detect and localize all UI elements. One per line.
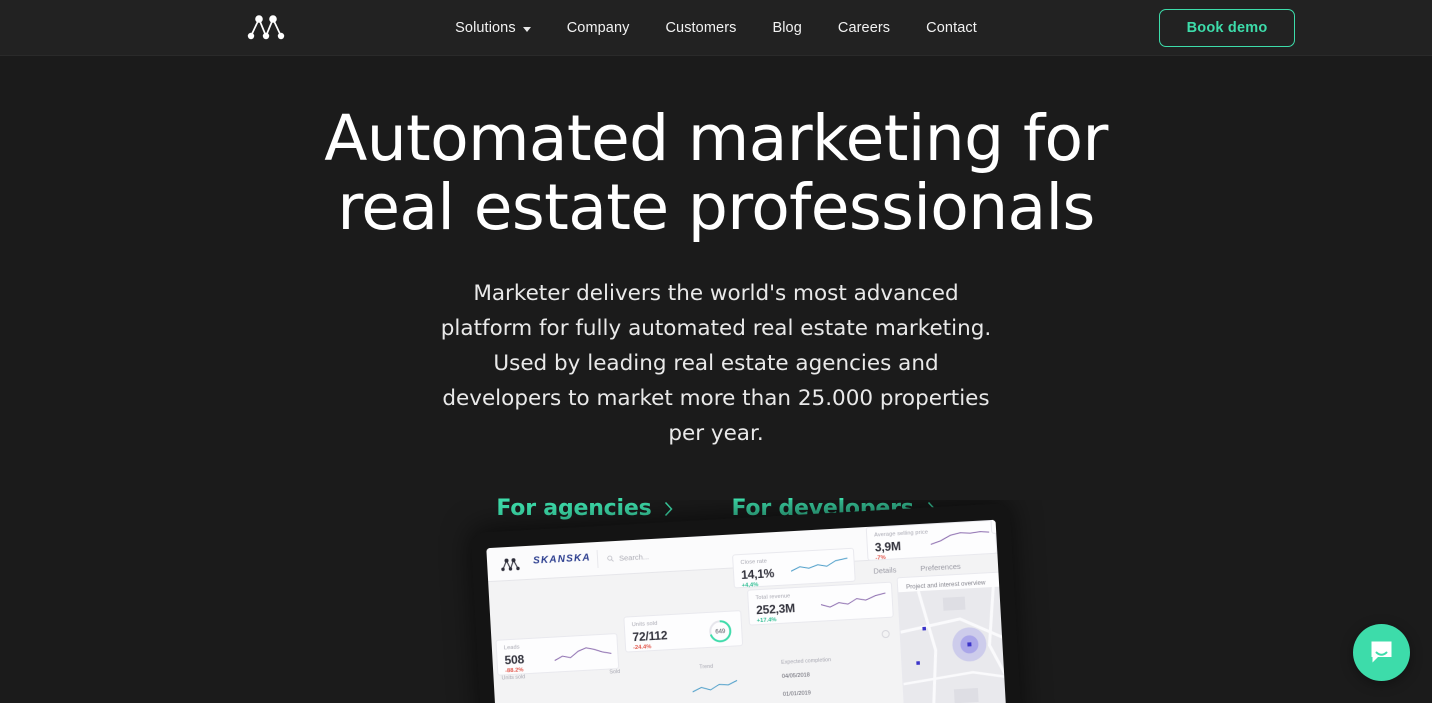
- tenant-brand-name: SKANSKA: [532, 552, 592, 567]
- table-header-trend: Trend: [699, 663, 714, 671]
- nav-item-solutions[interactable]: Solutions: [437, 20, 549, 36]
- metric-card-average-selling-price[interactable]: Average selling price 3,9M -7%: [865, 519, 998, 561]
- chat-bubble-smile-icon: [1371, 641, 1392, 663]
- sparkline-table-trend: [692, 679, 738, 693]
- nav-item-customers[interactable]: Customers: [647, 20, 754, 36]
- table-row[interactable]: 04/05/2018: [782, 672, 810, 680]
- metric-card-units-sold[interactable]: Units sold 72/112 -24.4% 649: [623, 610, 744, 653]
- product-screenshot-region: SKANSKA Search... 2: [0, 500, 1432, 703]
- intercom-chat-launcher[interactable]: [1353, 624, 1410, 681]
- chevron-down-icon: [522, 26, 531, 32]
- book-demo-button[interactable]: Book demo: [1159, 9, 1295, 47]
- nav-item-careers[interactable]: Careers: [820, 20, 908, 36]
- map-canvas[interactable]: [898, 583, 1010, 703]
- nav-label: Careers: [837, 20, 891, 36]
- nav-label: Blog: [772, 20, 802, 36]
- nav-item-company[interactable]: Company: [549, 20, 648, 36]
- map-graphic: [898, 583, 1010, 703]
- headline-line-1: Automated marketing for: [324, 102, 1108, 175]
- hero-subhead: Marketer delivers the world's most advan…: [440, 281, 992, 446]
- nav-label: Company: [566, 20, 630, 36]
- metric-card-total-revenue[interactable]: Total revenue 252,3M +17.4%: [747, 581, 894, 626]
- headline-line-2: real estate professionals: [337, 171, 1095, 244]
- dashboard-logo-icon: [499, 556, 522, 572]
- nav-label: Customers: [665, 20, 737, 36]
- search-placeholder-text: Search...: [618, 551, 650, 563]
- nav-item-blog[interactable]: Blog: [754, 20, 819, 36]
- sparkline-leads: [554, 647, 612, 662]
- table-header-expected-completion: Expected completion: [780, 657, 832, 666]
- gear-icon[interactable]: [881, 629, 890, 639]
- hero-section: Automated marketing for real estate prof…: [0, 56, 1432, 521]
- laptop-mockup: SKANSKA Search... 2: [470, 502, 1025, 703]
- table-row[interactable]: 01/01/2019: [783, 690, 811, 698]
- project-interest-map-panel[interactable]: Project and interest overview: [896, 568, 1010, 703]
- donut-chart-units-sold: 649: [709, 620, 732, 643]
- nav-label: Contact: [926, 20, 977, 36]
- search-icon: [607, 555, 614, 562]
- nav-label: Solutions: [455, 20, 516, 36]
- dashboard-search-input[interactable]: Search...: [596, 543, 710, 569]
- site-header: Solutions Company Customers Blog Careers…: [0, 0, 1432, 56]
- table-header-sold: Sold: [609, 668, 621, 676]
- dashboard-screen: SKANSKA Search... 2: [486, 519, 1010, 703]
- tab-details[interactable]: Details: [873, 565, 897, 579]
- page-title: Automated marketing for real estate prof…: [0, 104, 1432, 242]
- svg-text:649: 649: [715, 629, 726, 636]
- landing-page: Solutions Company Customers Blog Careers…: [0, 0, 1432, 703]
- metric-card-close-rate[interactable]: Close rate 14,1% +4,4%: [732, 547, 856, 589]
- nav-item-contact[interactable]: Contact: [908, 20, 995, 36]
